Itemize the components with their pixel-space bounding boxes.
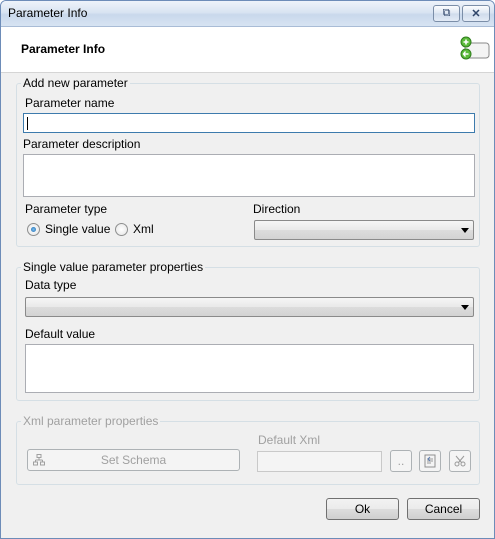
xml-properties-legend: Xml parameter properties bbox=[21, 414, 161, 428]
parameter-type-label: Parameter type bbox=[25, 202, 108, 216]
parameter-name-input[interactable] bbox=[23, 113, 475, 133]
add-new-parameter-legend: Add new parameter bbox=[21, 76, 130, 90]
set-schema-label: Set Schema bbox=[100, 453, 167, 467]
schema-icon bbox=[33, 454, 45, 466]
browse-label: .. bbox=[397, 454, 405, 468]
radio-xml[interactable]: Xml bbox=[115, 222, 154, 236]
ok-button[interactable]: Ok bbox=[326, 498, 399, 520]
dialog-header: Parameter Info bbox=[1, 27, 494, 73]
text-caret bbox=[27, 117, 28, 130]
direction-dropdown[interactable] bbox=[254, 220, 474, 240]
radio-button-unchecked[interactable] bbox=[115, 222, 128, 236]
edit-xml-button[interactable] bbox=[419, 450, 441, 472]
scissors-icon bbox=[454, 455, 466, 467]
parameter-info-dialog: Parameter Info ⧉ ✕ Parameter Info Add ne… bbox=[0, 0, 495, 539]
browse-button[interactable]: .. bbox=[390, 450, 412, 472]
default-xml-label: Default Xml bbox=[258, 433, 321, 447]
parameter-description-input[interactable] bbox=[23, 154, 475, 197]
radio-button-checked[interactable] bbox=[27, 222, 40, 236]
radio-xml-label: Xml bbox=[133, 222, 154, 236]
direction-label: Direction bbox=[253, 202, 301, 216]
default-xml-input[interactable] bbox=[257, 451, 382, 472]
clear-xml-button[interactable] bbox=[449, 450, 471, 472]
default-value-label: Default value bbox=[25, 327, 96, 341]
cancel-button[interactable]: Cancel bbox=[407, 498, 480, 520]
set-schema-button[interactable]: Set Schema bbox=[27, 449, 240, 471]
default-value-input[interactable] bbox=[25, 344, 474, 393]
window-title: Parameter Info bbox=[8, 6, 88, 20]
close-icon: ✕ bbox=[471, 8, 481, 20]
ok-label: Ok bbox=[354, 502, 371, 516]
single-value-properties-legend: Single value parameter properties bbox=[21, 260, 206, 274]
radio-single-value[interactable]: Single value bbox=[27, 222, 110, 236]
restore-icon: ⧉ bbox=[442, 7, 451, 19]
parameter-description-label: Parameter description bbox=[23, 137, 141, 151]
title-bar: Parameter Info ⧉ ✕ bbox=[1, 1, 494, 27]
radio-single-value-label: Single value bbox=[45, 222, 111, 236]
cancel-label: Cancel bbox=[424, 502, 463, 516]
close-button[interactable]: ✕ bbox=[462, 5, 490, 22]
data-type-label: Data type bbox=[25, 278, 77, 292]
xml-document-icon bbox=[424, 454, 436, 468]
header-title: Parameter Info bbox=[21, 42, 106, 56]
parameter-add-icon bbox=[460, 36, 490, 60]
restore-button[interactable]: ⧉ bbox=[433, 5, 460, 22]
chevron-down-icon bbox=[461, 305, 469, 310]
parameter-name-label: Parameter name bbox=[25, 96, 115, 110]
data-type-dropdown[interactable] bbox=[25, 297, 474, 317]
chevron-down-icon bbox=[461, 228, 469, 233]
